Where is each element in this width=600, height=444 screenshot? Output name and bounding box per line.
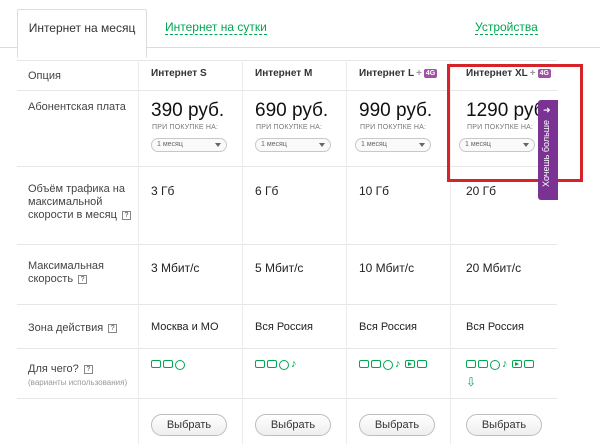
- mail-icon: [466, 360, 476, 368]
- buy-label: ПРИ ПОКУПКЕ НА:: [360, 124, 427, 131]
- tab-internet-month[interactable]: Интернет на месяц: [17, 9, 147, 58]
- zone-l: Вся Россия: [359, 321, 417, 333]
- mail-icon: [359, 360, 369, 368]
- buy-label: ПРИ ПОКУПКЕ НА:: [256, 124, 323, 131]
- browser-icon: [175, 360, 185, 370]
- video-icon: [405, 360, 415, 368]
- chat-icon: [267, 360, 277, 368]
- want-more-label: Хочешь больше: [541, 120, 551, 187]
- hd-video-icon: [417, 360, 427, 368]
- video-icon: [512, 360, 522, 368]
- chat-icon: [371, 360, 381, 368]
- usage-icons-xl: ♪: [466, 358, 534, 370]
- help-icon[interactable]: ?: [108, 324, 118, 333]
- music-icon: ♪: [291, 358, 297, 370]
- traffic-l: 10 Гб: [359, 184, 390, 198]
- row-divider: [17, 348, 557, 349]
- traffic-xl: 20 Гб: [466, 184, 497, 198]
- help-icon[interactable]: ?: [83, 365, 93, 374]
- download-icon: ⇩: [466, 375, 477, 389]
- zone-s: Москва и МО: [151, 321, 219, 333]
- option-header: Опция: [28, 70, 61, 82]
- plan-name-l: Интернет L: [359, 68, 415, 79]
- select-plan-s-button[interactable]: Выбрать: [151, 414, 227, 436]
- plan-header-l: Интернет L +4G: [359, 68, 438, 79]
- row-divider: [17, 398, 557, 399]
- hd-video-icon: [524, 360, 534, 368]
- row-label-zone: Зона действия ?: [28, 322, 138, 335]
- select-plan-xl-button[interactable]: Выбрать: [466, 414, 542, 436]
- buy-label: ПРИ ПОКУПКЕ НА:: [152, 124, 219, 131]
- price-m: 690 руб.: [255, 100, 329, 121]
- column-divider: [138, 60, 139, 444]
- tab-devices[interactable]: Устройства: [475, 9, 538, 57]
- price-l: 990 руб.: [359, 100, 433, 121]
- traffic-m: 6 Гб: [255, 184, 279, 198]
- speed-l: 10 Мбит/с: [359, 261, 415, 275]
- usage-icons-l: ♪: [359, 358, 427, 370]
- zone-m: Вся Россия: [255, 321, 313, 333]
- arrow-right-icon: ➜: [543, 105, 551, 115]
- select-plan-l-button[interactable]: Выбрать: [359, 414, 435, 436]
- chat-icon: [163, 360, 173, 368]
- plan-name-s: Интернет S: [151, 68, 207, 79]
- column-divider: [242, 60, 243, 444]
- select-plan-m-button[interactable]: Выбрать: [255, 414, 331, 436]
- browser-icon: [279, 360, 289, 370]
- row-label-traffic: Объём трафика на максимальной скорости в…: [28, 183, 138, 222]
- music-icon: ♪: [502, 358, 508, 370]
- help-icon[interactable]: ?: [78, 275, 88, 284]
- browser-icon: [383, 360, 393, 370]
- mail-icon: [255, 360, 265, 368]
- tab-internet-day[interactable]: Интернет на сутки: [165, 9, 267, 57]
- row-divider: [17, 244, 557, 245]
- row-label-usage-sub: (варианты использования): [28, 378, 128, 387]
- browser-icon: [490, 360, 500, 370]
- traffic-s: 3 Гб: [151, 184, 175, 198]
- chat-icon: [478, 360, 488, 368]
- tariff-tabs: Интернет на месяц Интернет на сутки Устр…: [0, 0, 600, 58]
- chevron-down-icon: [419, 143, 425, 147]
- usage-icons-m: ♪: [255, 358, 299, 370]
- highlight-box: [447, 64, 583, 182]
- price-s: 390 руб.: [151, 100, 225, 121]
- mail-icon: [151, 360, 161, 368]
- row-divider: [17, 60, 557, 61]
- row-label-speed: Максимальная скорость ?: [28, 260, 104, 285]
- chevron-down-icon: [215, 143, 221, 147]
- plus-icon: +: [416, 68, 422, 79]
- speed-m: 5 Мбит/с: [255, 261, 304, 275]
- row-divider: [17, 304, 557, 305]
- plan-name-m: Интернет M: [255, 68, 313, 79]
- column-divider: [346, 60, 347, 444]
- help-icon[interactable]: ?: [121, 211, 131, 220]
- music-icon: ♪: [395, 358, 401, 370]
- row-label-fee: Абонентская плата: [28, 101, 126, 113]
- chevron-down-icon: [319, 143, 325, 147]
- want-more-side-tab[interactable]: ➜ Хочешь больше: [538, 100, 558, 200]
- usage-icons-s: [151, 360, 185, 370]
- zone-xl: Вся Россия: [466, 321, 524, 333]
- speed-xl: 20 Мбит/с: [466, 261, 522, 275]
- row-label-usage: Для чего? ?: [28, 363, 138, 376]
- period-select-m[interactable]: 1 месяц: [255, 138, 331, 152]
- speed-s: 3 Мбит/с: [151, 261, 200, 275]
- badge-4g: 4G: [423, 69, 438, 78]
- period-select-s[interactable]: 1 месяц: [151, 138, 227, 152]
- period-select-l[interactable]: 1 месяц: [355, 138, 431, 152]
